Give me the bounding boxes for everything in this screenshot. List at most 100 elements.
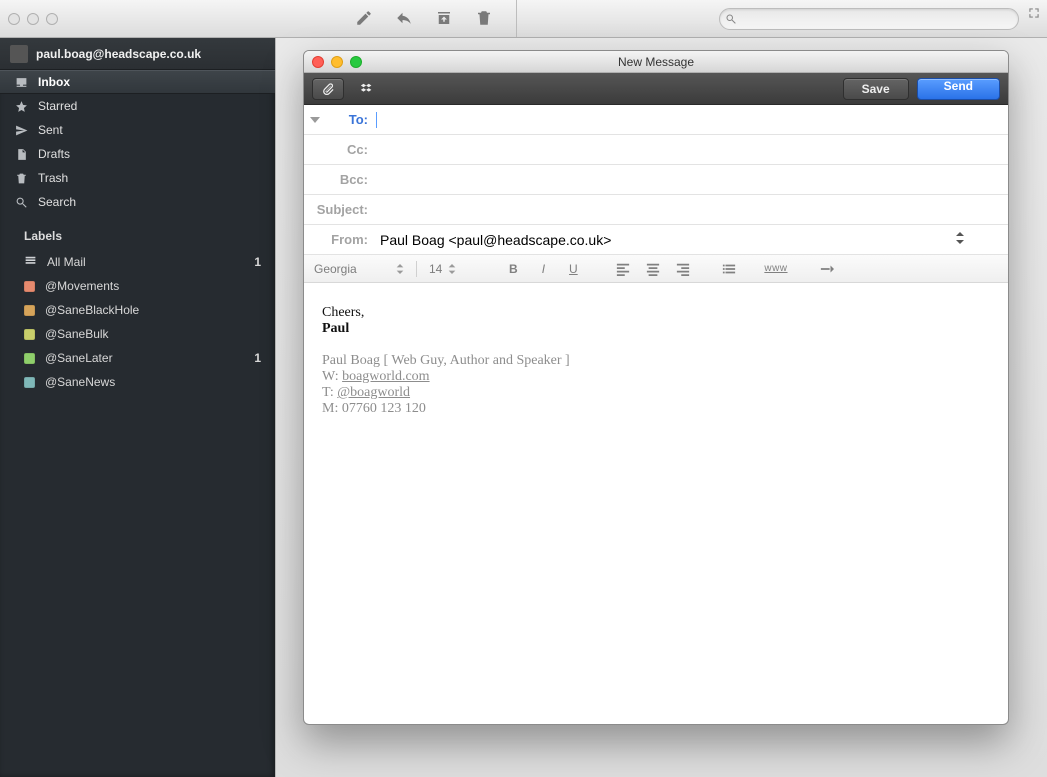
label-swatch [24,329,35,340]
account-email: paul.boag@headscape.co.uk [36,47,201,61]
star-icon [14,100,28,113]
labels-header[interactable]: Labels [0,222,275,250]
from-chevron-icon[interactable] [956,232,964,247]
close-icon[interactable] [8,13,20,25]
toolbar-cluster [352,6,496,30]
format-bar: Georgia 14 B I U www [304,255,1008,283]
compose-window: New Message Save Send To: Cc: [303,50,1009,725]
align-right-button[interactable] [672,261,694,276]
delete-button[interactable] [472,6,496,30]
compose-fields: To: Cc: Bcc: Subject: From: Paul Boag <p… [304,105,1008,255]
badge: 1 [254,255,261,269]
toggle-recipients-button[interactable] [304,115,326,125]
labels-header-text: Labels [24,229,62,243]
sidebar-item-sent[interactable]: Sent [0,118,275,142]
sig-web-link[interactable]: boagworld.com [342,369,429,384]
mail-app-window: paul.boag@headscape.co.uk Inbox Starred … [0,0,1047,777]
minimize-icon[interactable] [331,56,343,68]
main-titlebar [0,0,1047,38]
sidebar: paul.boag@headscape.co.uk Inbox Starred … [0,38,275,777]
sidebar-item-trash[interactable]: Trash [0,166,275,190]
italic-button[interactable]: I [532,262,554,276]
account-row[interactable]: paul.boag@headscape.co.uk [0,38,275,70]
label-swatch [24,281,35,292]
sidebar-item-drafts[interactable]: Drafts [0,142,275,166]
sidebar-item-label: Search [38,195,76,209]
trash-icon [14,172,28,185]
sent-icon [14,124,28,137]
to-row: To: [304,105,1008,135]
bcc-row: Bcc: [304,165,1008,195]
to-input[interactable] [376,112,1008,128]
label-text: @SaneBlackHole [45,303,139,317]
label-item-2[interactable]: @SaneBlackHole [0,298,275,322]
compose-title: New Message [304,55,1008,69]
link-button[interactable]: www [764,263,786,274]
reply-button[interactable] [392,6,416,30]
compose-button[interactable] [352,6,376,30]
avatar [10,45,28,63]
label-text: @SaneNews [45,375,115,389]
sidebar-item-label: Trash [38,171,68,185]
align-center-button[interactable] [642,261,664,276]
underline-button[interactable]: U [562,262,584,276]
cc-row: Cc: [304,135,1008,165]
draft-icon [14,148,28,161]
main-traffic-lights[interactable] [8,13,58,25]
align-left-button[interactable] [612,261,634,276]
label-item-3[interactable]: @SaneBulk [0,322,275,346]
sidebar-item-search[interactable]: Search [0,190,275,214]
label-text: All Mail [47,255,86,269]
sig-tw-link[interactable]: @boagworld [337,385,410,400]
zoom-icon[interactable] [350,56,362,68]
label-text: @Movements [45,279,119,293]
sidebar-item-starred[interactable]: Starred [0,94,275,118]
bcc-label: Bcc: [326,172,376,187]
search-field[interactable] [737,12,1018,27]
close-icon[interactable] [312,56,324,68]
compose-traffic-lights[interactable] [312,56,362,68]
to-label: To: [326,112,376,127]
magnify-icon [725,13,737,25]
toolbar-divider [516,0,517,37]
sig-mobile: M: 07760 123 120 [322,401,990,417]
fullscreen-button[interactable] [1027,6,1041,23]
search-input[interactable] [719,8,1019,30]
sidebar-item-label: Sent [38,123,63,137]
cc-input[interactable] [376,135,1008,164]
attach-button[interactable] [312,78,344,100]
paperclip-icon [321,82,335,96]
font-family-select[interactable]: Georgia [314,262,404,276]
inbox-icon [14,76,28,89]
subject-input[interactable] [376,195,1008,224]
dropbox-icon [360,82,374,96]
compose-titlebar[interactable]: New Message [304,51,1008,73]
label-item-1[interactable]: @Movements [0,274,275,298]
save-button[interactable]: Save [843,78,909,100]
minimize-icon[interactable] [27,13,39,25]
compose-body[interactable]: Cheers, Paul Paul Boag [ Web Guy, Author… [304,283,1008,724]
from-select[interactable]: Paul Boag <paul@headscape.co.uk> [376,225,1008,254]
archive-button[interactable] [432,6,456,30]
label-item-4[interactable]: @SaneLater1 [0,346,275,370]
sidebar-item-label: Drafts [38,147,70,161]
sig-title: Paul Boag [ Web Guy, Author and Speaker … [322,353,990,369]
list-button[interactable] [718,261,740,276]
body-cheers: Cheers, [322,305,990,321]
font-size-select[interactable]: 14 [429,262,456,276]
subject-label: Subject: [304,202,376,217]
font-family-value: Georgia [314,262,390,276]
label-swatch [24,377,35,388]
indent-button[interactable] [816,261,838,276]
bold-button[interactable]: B [502,262,524,276]
label-item-0[interactable]: All Mail 1 [0,250,275,274]
from-row: From: Paul Boag <paul@headscape.co.uk> [304,225,1008,255]
dropbox-button[interactable] [352,78,382,100]
sidebar-item-inbox[interactable]: Inbox [0,70,275,94]
zoom-icon[interactable] [46,13,58,25]
folder-list: Inbox Starred Sent Drafts Trash Search [0,70,275,214]
badge: 1 [254,351,261,365]
bcc-input[interactable] [376,165,1008,194]
send-button[interactable]: Send [917,78,1000,100]
label-item-5[interactable]: @SaneNews [0,370,275,394]
